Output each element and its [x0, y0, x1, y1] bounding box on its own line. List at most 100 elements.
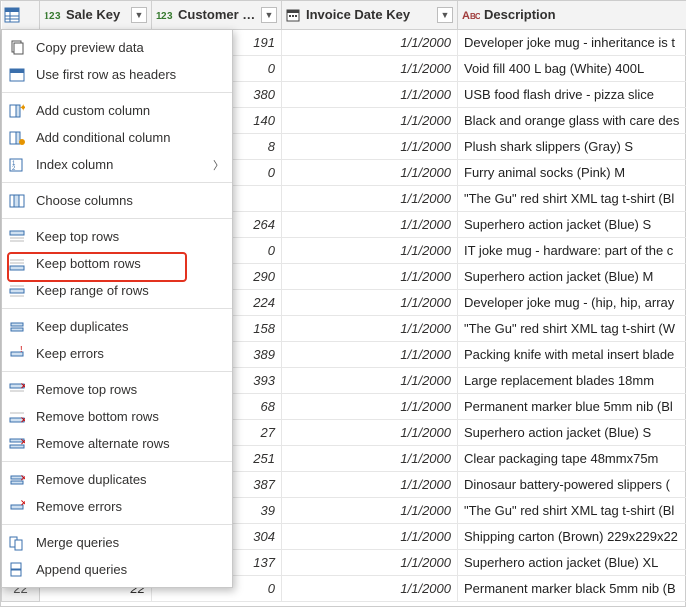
svg-text:✕: ✕	[20, 499, 25, 508]
cell-invoice-date[interactable]: 1/1/2000	[282, 29, 458, 55]
remove-errors-icon: ✕	[8, 498, 26, 516]
menu-append-queries[interactable]: Append queries	[2, 556, 232, 583]
cell-description[interactable]: Shipping carton (Brown) 229x229x22	[458, 523, 686, 549]
cell-description[interactable]: Superhero action jacket (Blue) M	[458, 263, 686, 289]
menu-separator	[2, 524, 232, 525]
number-type-icon: 123	[44, 8, 62, 22]
cell-invoice-date[interactable]: 1/1/2000	[282, 445, 458, 471]
cell-invoice-date[interactable]: 1/1/2000	[282, 107, 458, 133]
menu-separator	[2, 308, 232, 309]
svg-text:!: !	[20, 346, 23, 354]
menu-add-conditional-column[interactable]: Add conditional column	[2, 124, 232, 151]
menu-separator	[2, 92, 232, 93]
column-filter-button[interactable]: ▼	[261, 7, 277, 23]
cell-invoice-date[interactable]: 1/1/2000	[282, 341, 458, 367]
headers-icon	[8, 66, 26, 84]
cell-description[interactable]: Developer joke mug - inheritance is t	[458, 29, 686, 55]
menu-keep-range-rows[interactable]: Keep range of rows	[2, 277, 232, 304]
column-title: Description	[484, 7, 683, 22]
cell-description[interactable]: Plush shark slippers (Gray) S	[458, 133, 686, 159]
column-title: Customer Key	[178, 7, 257, 22]
cell-invoice-date[interactable]: 1/1/2000	[282, 315, 458, 341]
menu-use-first-row-headers[interactable]: Use first row as headers	[2, 61, 232, 88]
cell-invoice-date[interactable]: 1/1/2000	[282, 575, 458, 601]
cell-invoice-date[interactable]: 1/1/2000	[282, 81, 458, 107]
menu-remove-alternate-rows[interactable]: ✕ Remove alternate rows	[2, 430, 232, 457]
cell-description[interactable]: Superhero action jacket (Blue) XL	[458, 549, 686, 575]
cell-invoice-date[interactable]: 1/1/2000	[282, 185, 458, 211]
cell-invoice-date[interactable]: 1/1/2000	[282, 55, 458, 81]
menu-separator	[2, 182, 232, 183]
menu-keep-bottom-rows[interactable]: Keep bottom rows	[2, 250, 232, 277]
cell-description[interactable]: Black and orange glass with care des	[458, 107, 686, 133]
cell-description[interactable]: "The Gu" red shirt XML tag t-shirt (Bl	[458, 185, 686, 211]
cell-description[interactable]: Large replacement blades 18mm	[458, 367, 686, 393]
copy-icon	[8, 39, 26, 57]
svg-text:3: 3	[167, 11, 173, 22]
cell-description[interactable]: Superhero action jacket (Blue) S	[458, 211, 686, 237]
cell-description[interactable]: Clear packaging tape 48mmx75m	[458, 445, 686, 471]
remove-top-icon: ✕	[8, 381, 26, 399]
svg-text:✕: ✕	[20, 382, 25, 391]
cell-invoice-date[interactable]: 1/1/2000	[282, 289, 458, 315]
menu-keep-top-rows[interactable]: Keep top rows	[2, 223, 232, 250]
column-header-sale-key[interactable]: 123 Sale Key ▼	[40, 1, 152, 29]
cell-invoice-date[interactable]: 1/1/2000	[282, 237, 458, 263]
cell-invoice-date[interactable]: 1/1/2000	[282, 367, 458, 393]
menu-remove-errors[interactable]: ✕ Remove errors	[2, 493, 232, 520]
svg-text:✕: ✕	[20, 473, 25, 483]
cell-invoice-date[interactable]: 1/1/2000	[282, 523, 458, 549]
menu-add-custom-column[interactable]: ✦ Add custom column	[2, 97, 232, 124]
menu-remove-duplicates[interactable]: ✕ Remove duplicates	[2, 466, 232, 493]
cell-description[interactable]: Superhero action jacket (Blue) S	[458, 419, 686, 445]
menu-index-column[interactable]: 12 Index column 〉	[2, 151, 232, 178]
menu-separator	[2, 218, 232, 219]
menu-remove-bottom-rows[interactable]: ✕ Remove bottom rows	[2, 403, 232, 430]
cell-description[interactable]: USB food flash drive - pizza slice	[458, 81, 686, 107]
cell-description[interactable]: "The Gu" red shirt XML tag t-shirt (Bl	[458, 497, 686, 523]
menu-choose-columns[interactable]: Choose columns	[2, 187, 232, 214]
menu-keep-errors[interactable]: ! Keep errors	[2, 340, 232, 367]
cell-invoice-date[interactable]: 1/1/2000	[282, 211, 458, 237]
table-icon	[4, 7, 38, 23]
column-header-description[interactable]: ABC Description	[458, 1, 686, 29]
cell-invoice-date[interactable]: 1/1/2000	[282, 471, 458, 497]
cell-description[interactable]: Packing knife with metal insert blade	[458, 341, 686, 367]
menu-remove-top-rows[interactable]: ✕ Remove top rows	[2, 376, 232, 403]
text-type-icon: ABC	[462, 8, 480, 22]
keep-duplicates-icon	[8, 318, 26, 336]
menu-keep-duplicates[interactable]: Keep duplicates	[2, 313, 232, 340]
column-header-invoice-date[interactable]: Invoice Date Key ▼	[282, 1, 458, 29]
cell-invoice-date[interactable]: 1/1/2000	[282, 497, 458, 523]
cell-description[interactable]: Permanent marker black 5mm nib (B	[458, 575, 686, 601]
cell-invoice-date[interactable]: 1/1/2000	[282, 419, 458, 445]
cell-invoice-date[interactable]: 1/1/2000	[282, 263, 458, 289]
cell-description[interactable]: Void fill 400 L bag (White) 400L	[458, 55, 686, 81]
menu-separator	[2, 371, 232, 372]
svg-text:3: 3	[55, 11, 61, 22]
column-header-customer-key[interactable]: 123 Customer Key ▼	[152, 1, 282, 29]
keep-errors-icon: !	[8, 345, 26, 363]
cell-description[interactable]: Permanent marker blue 5mm nib (Bl	[458, 393, 686, 419]
cell-invoice-date[interactable]: 1/1/2000	[282, 549, 458, 575]
menu-copy-preview[interactable]: Copy preview data	[2, 34, 232, 61]
column-title: Invoice Date Key	[306, 7, 433, 22]
merge-icon	[8, 534, 26, 552]
conditional-column-icon	[8, 129, 26, 147]
cell-invoice-date[interactable]: 1/1/2000	[282, 159, 458, 185]
cell-description[interactable]: Furry animal socks (Pink) M	[458, 159, 686, 185]
cell-invoice-date[interactable]: 1/1/2000	[282, 133, 458, 159]
cell-description[interactable]: Developer joke mug - (hip, hip, array	[458, 289, 686, 315]
menu-merge-queries[interactable]: Merge queries	[2, 529, 232, 556]
table-corner-button[interactable]	[2, 1, 40, 29]
cell-description[interactable]: IT joke mug - hardware: part of the c	[458, 237, 686, 263]
cell-description[interactable]: "The Gu" red shirt XML tag t-shirt (W	[458, 315, 686, 341]
cell-invoice-date[interactable]: 1/1/2000	[282, 393, 458, 419]
index-column-icon: 12	[8, 156, 26, 174]
keep-top-icon	[8, 228, 26, 246]
column-filter-button[interactable]: ▼	[437, 7, 453, 23]
column-filter-button[interactable]: ▼	[131, 7, 147, 23]
keep-range-icon	[8, 282, 26, 300]
cell-description[interactable]: Dinosaur battery-powered slippers (	[458, 471, 686, 497]
svg-text:✕: ✕	[20, 415, 25, 425]
